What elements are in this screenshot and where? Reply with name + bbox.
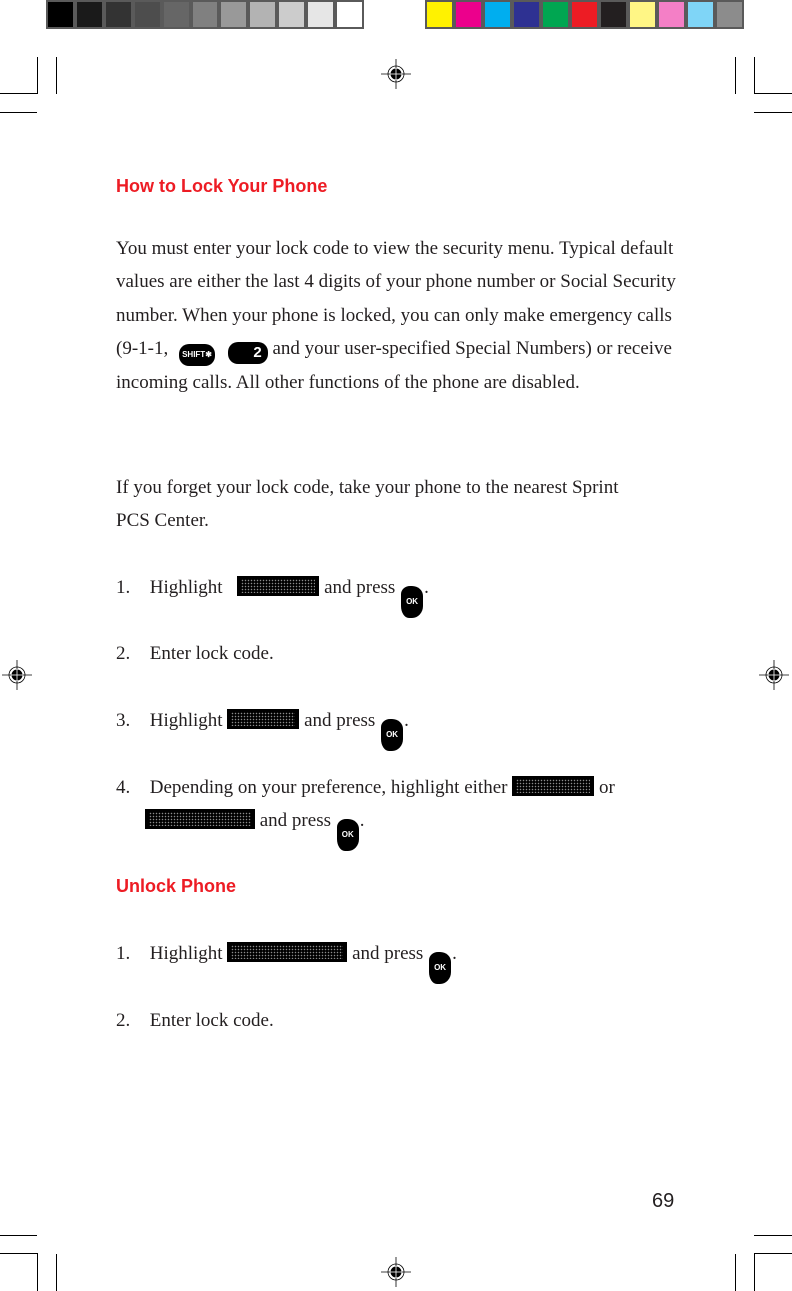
color-swatch [717, 2, 742, 27]
two-key-icon: 2 [227, 341, 268, 364]
gray-swatch [163, 2, 189, 27]
step-number: 4. [116, 777, 131, 798]
color-swatch [630, 2, 655, 27]
registration-mark-right [759, 660, 789, 690]
step-text: Depending on your preference, highlight … [149, 777, 508, 798]
step-end: . [359, 810, 365, 831]
step-text: Highlight [149, 710, 223, 731]
lcd-menu-lock-phone [227, 709, 300, 729]
gray-swatch [105, 2, 131, 27]
color-swatch [601, 2, 626, 27]
gray-swatch [48, 2, 73, 27]
gray-swatch [134, 2, 160, 27]
registration-mark-bottom [381, 1257, 411, 1287]
step-end: . [404, 710, 409, 731]
step-text: and press [259, 810, 331, 831]
shift-star-key-icon: SHIFT✱ [178, 343, 215, 366]
step-number: 1. [116, 577, 131, 598]
lcd-menu-security [237, 576, 320, 596]
cmyk-color-bar [425, 0, 744, 29]
color-swatch [427, 2, 452, 27]
step-end: . [424, 577, 429, 598]
intro-paragraph: You must enter your lock code to view th… [116, 232, 676, 399]
color-swatch [485, 2, 510, 27]
color-swatch [659, 2, 684, 27]
color-swatch [543, 2, 568, 27]
color-swatch [456, 2, 481, 27]
registration-mark-left [2, 660, 32, 690]
gray-swatch [221, 2, 247, 27]
step-text: and press [304, 710, 376, 731]
ok-key-icon: OK [429, 952, 452, 984]
two-key-label: 2 [253, 343, 262, 361]
step-text: Enter lock code. [149, 643, 274, 664]
gray-swatch [76, 2, 102, 27]
registration-mark-top [381, 59, 411, 89]
gray-swatch [337, 2, 362, 27]
step-number: 2. [116, 643, 131, 664]
step-number: 2. [116, 1010, 131, 1031]
lcd-menu-lock-now [512, 776, 595, 796]
step-number: 3. [116, 710, 131, 731]
step-item: 1. Highlight and press OK. [116, 937, 457, 984]
ok-key-icon: OK [401, 586, 424, 618]
shift-star-key-label: SHIFT✱ [182, 349, 212, 359]
step-text-or: or [598, 777, 615, 798]
gray-swatch [279, 2, 305, 27]
gray-swatch [250, 2, 276, 27]
step-end: . [452, 943, 457, 964]
step-text: Highlight [149, 577, 223, 598]
step-item-continued: and press OK. [145, 804, 365, 851]
step-text: and press [352, 943, 424, 964]
color-swatch [572, 2, 597, 27]
ok-key-icon: OK [381, 719, 404, 751]
section-heading-lock-phone: How to Lock Your Phone [116, 176, 328, 196]
lcd-menu-on-power-up [145, 809, 255, 829]
step-item: 1. Highlight and press OK. [116, 571, 429, 618]
step-item: 2. Enter lock code. [116, 637, 274, 670]
page-number: 69 [652, 1190, 675, 1212]
gray-swatch [192, 2, 218, 27]
color-swatch [688, 2, 713, 27]
section-heading-unlock-phone: Unlock Phone [116, 876, 237, 896]
gray-swatch [308, 2, 334, 27]
ok-key-icon: OK [336, 819, 359, 851]
step-text: and press [324, 577, 396, 598]
forget-paragraph: If you forget your lock code, take your … [116, 477, 619, 532]
lcd-menu-unlock-phone [227, 942, 348, 962]
color-swatch [514, 2, 539, 27]
step-item: 4. Depending on your preference, highlig… [116, 771, 615, 804]
step-text: Highlight [149, 943, 223, 964]
grayscale-color-bar [46, 0, 364, 29]
step-number: 1. [116, 943, 131, 964]
step-text: Enter lock code. [149, 1010, 274, 1031]
step-item: 2. Enter lock code. [116, 1004, 274, 1037]
step-item: 3. Highlight and press OK. [116, 704, 409, 751]
